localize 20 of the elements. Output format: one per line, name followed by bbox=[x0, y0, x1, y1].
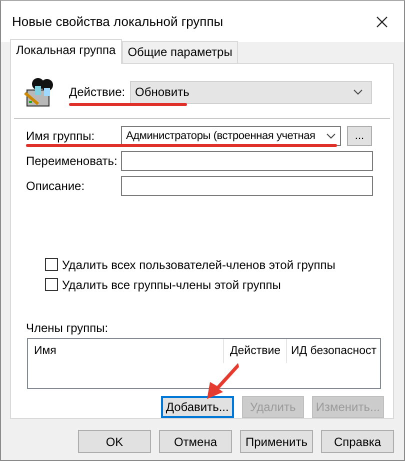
checkbox-label: Удалить все группы-члены этой группы bbox=[62, 278, 281, 292]
action-dropdown[interactable]: Обновить bbox=[130, 80, 372, 104]
checkbox-label: Удалить всех пользователей-членов этой группы bbox=[62, 258, 336, 272]
button[interactable]: Справка bbox=[321, 430, 394, 453]
column-header[interactable]: Имя bbox=[28, 338, 224, 363]
button[interactable]: Добавить... bbox=[160, 396, 234, 418]
window-title: Новые свойства локальной группы bbox=[12, 14, 224, 29]
column-header[interactable]: Действие bbox=[224, 338, 287, 363]
button[interactable]: Применить bbox=[240, 430, 313, 453]
field-label: Описание: bbox=[26, 178, 86, 193]
column-header[interactable]: ИД безопасност bbox=[287, 338, 380, 363]
browse-button[interactable]: ... bbox=[347, 126, 372, 146]
list-label: Члены группы: bbox=[26, 320, 110, 335]
button[interactable]: OK bbox=[78, 430, 151, 453]
tab[interactable]: Локальная группа bbox=[10, 39, 122, 64]
field-label: Переименовать: bbox=[26, 154, 118, 168]
field-label: Действие: bbox=[69, 85, 126, 99]
field-label: Имя группы: bbox=[26, 128, 96, 143]
tab[interactable]: Общие параметры bbox=[122, 41, 238, 63]
button[interactable]: Отмена bbox=[159, 430, 232, 453]
